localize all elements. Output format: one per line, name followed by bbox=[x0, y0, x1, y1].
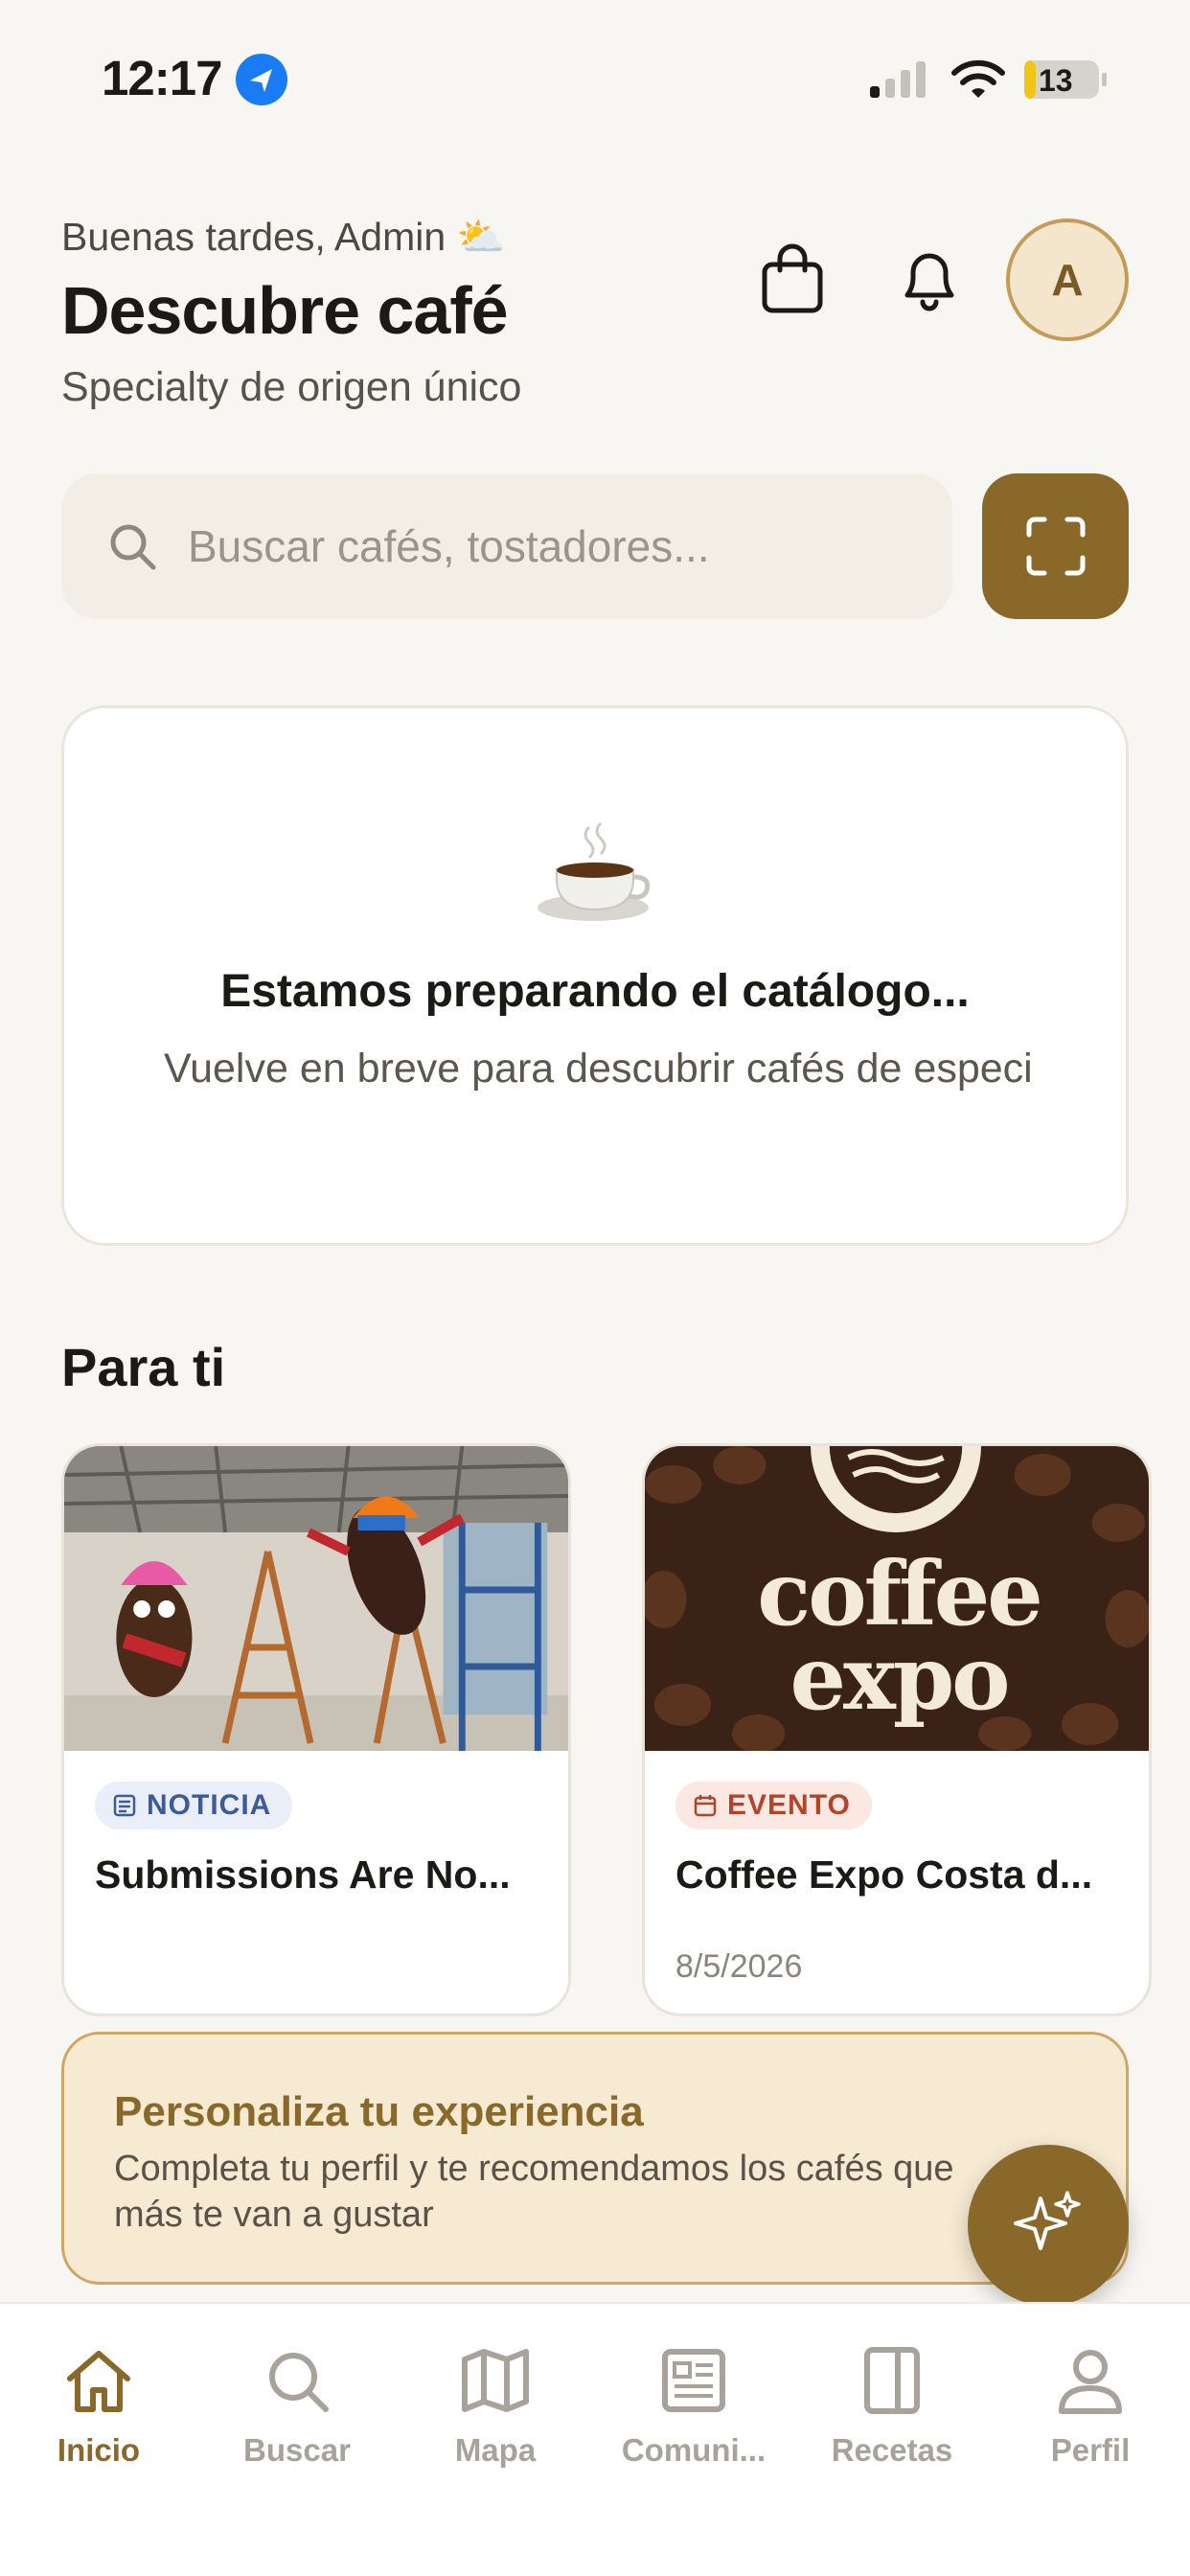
event-card[interactable]: coffee expo EVENTO Coffee Expo Costa d..… bbox=[642, 1443, 1152, 2016]
nav-item-search[interactable]: Buscar bbox=[198, 2342, 396, 2469]
ai-assistant-button[interactable] bbox=[968, 2145, 1129, 2306]
news-image bbox=[64, 1446, 568, 1751]
location-arrow-icon bbox=[236, 54, 287, 105]
event-date: 8/5/2026 bbox=[675, 1948, 803, 1985]
nav-item-home[interactable]: Inicio bbox=[0, 2342, 197, 2469]
nav-label-recipes: Recetas bbox=[831, 2432, 953, 2468]
news-card[interactable]: NOTICIA Submissions Are No... bbox=[61, 1443, 571, 2016]
coffee-cup-icon bbox=[538, 821, 651, 921]
wifi-icon bbox=[951, 59, 1005, 98]
nav-label-home: Inicio bbox=[57, 2432, 141, 2468]
book-icon bbox=[864, 2347, 920, 2414]
empty-catalog-card: Estamos preparando el catálogo... Vuelve… bbox=[61, 705, 1129, 1246]
newspaper-icon bbox=[113, 1794, 136, 1817]
shopping-bag-icon[interactable] bbox=[757, 242, 828, 318]
calendar-icon bbox=[694, 1795, 717, 1817]
page-title: Descubre café bbox=[61, 273, 509, 348]
empty-catalog-title: Estamos preparando el catálogo... bbox=[220, 966, 970, 1017]
map-icon bbox=[462, 2349, 529, 2412]
home-icon bbox=[67, 2351, 130, 2412]
newspaper-icon bbox=[662, 2349, 725, 2412]
event-badge-label: EVENTO bbox=[727, 1789, 851, 1821]
nav-item-profile[interactable]: Perfil bbox=[992, 2342, 1189, 2469]
avatar-initial: A bbox=[1051, 255, 1084, 305]
nav-item-community[interactable]: Comuni... bbox=[595, 2342, 792, 2469]
personalize-banner[interactable]: Personaliza tu experiencia Completa tu p… bbox=[61, 2032, 1129, 2285]
scan-icon bbox=[1026, 517, 1085, 576]
nav-label-search: Buscar bbox=[243, 2432, 351, 2468]
nav-item-map[interactable]: Mapa bbox=[397, 2342, 594, 2469]
search-icon bbox=[269, 2353, 329, 2412]
banner-title: Personaliza tu experiencia bbox=[114, 2088, 644, 2135]
news-badge-label: NOTICIA bbox=[147, 1789, 272, 1821]
bottom-nav: Inicio Buscar Mapa Comuni... Recetas Per… bbox=[0, 2302, 1190, 2576]
page-subtitle: Specialty de origen único bbox=[61, 364, 522, 410]
search-icon bbox=[110, 524, 156, 570]
bell-icon[interactable] bbox=[894, 242, 965, 318]
event-title: Coffee Expo Costa d... bbox=[675, 1852, 1093, 1897]
search-bar[interactable] bbox=[61, 473, 952, 619]
avatar[interactable]: A bbox=[1006, 218, 1129, 341]
news-title: Submissions Are No... bbox=[95, 1852, 511, 1897]
cellular-signal-icon bbox=[870, 61, 926, 98]
battery-icon: 13 bbox=[1023, 58, 1108, 102]
event-image-text: coffee expo bbox=[757, 1542, 1043, 1730]
event-badge: EVENTO bbox=[675, 1782, 872, 1829]
scan-button[interactable] bbox=[982, 473, 1129, 619]
section-title-for-you: Para ti bbox=[61, 1337, 226, 1397]
empty-catalog-text: Vuelve en breve para descubrir cafés de … bbox=[164, 1046, 1032, 1092]
search-input[interactable] bbox=[188, 520, 916, 572]
status-time: 12:17 bbox=[102, 51, 222, 105]
battery-level: 13 bbox=[1039, 63, 1073, 98]
nav-label-community: Comuni... bbox=[621, 2432, 767, 2468]
sparkles-icon bbox=[1014, 2191, 1081, 2250]
greeting-text: Buenas tardes, Admin ⛅ bbox=[61, 215, 506, 259]
user-icon bbox=[1059, 2350, 1122, 2414]
nav-label-map: Mapa bbox=[454, 2432, 537, 2468]
news-badge: NOTICIA bbox=[95, 1782, 293, 1829]
nav-item-recipes[interactable]: Recetas bbox=[793, 2342, 991, 2469]
nav-label-profile: Perfil bbox=[1050, 2432, 1131, 2468]
banner-text: Completa tu perfil y te recomendamos los… bbox=[114, 2149, 954, 2235]
